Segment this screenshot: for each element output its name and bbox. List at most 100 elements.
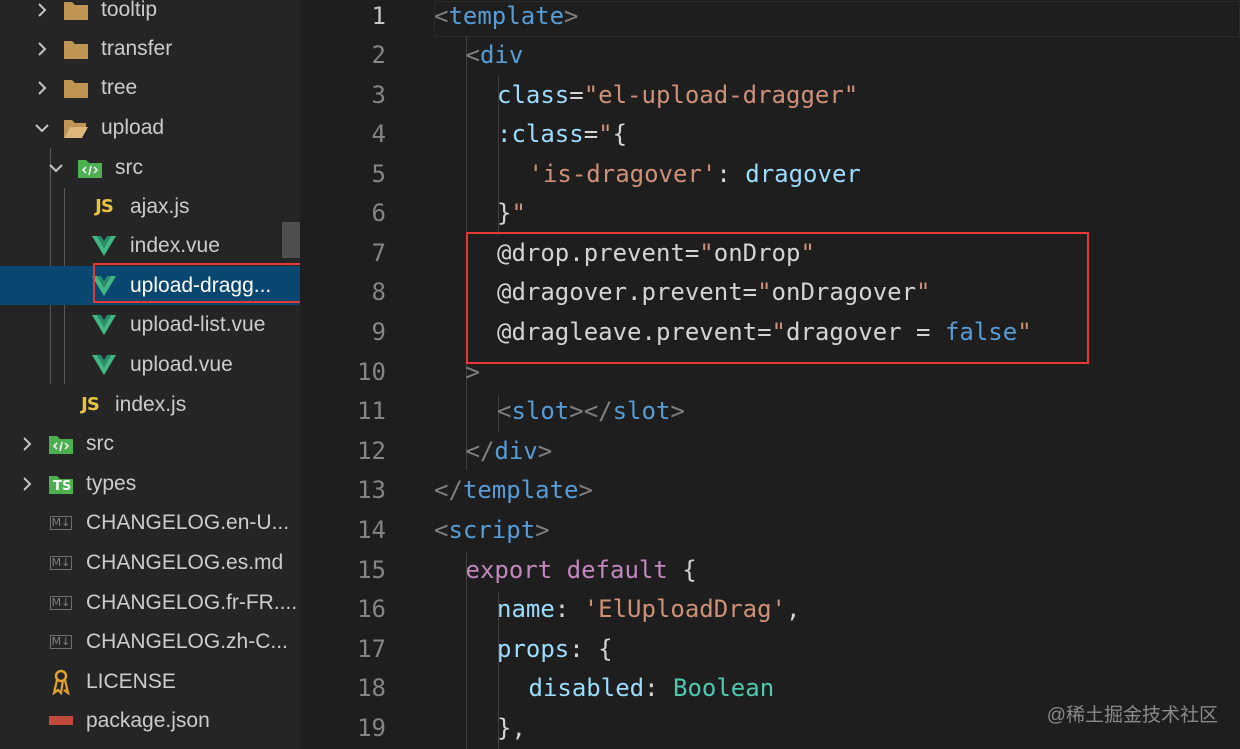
code-token: disabled (528, 674, 645, 702)
code-token: template (448, 2, 565, 30)
line-number: 5 (371, 160, 386, 188)
src-folder-icon (76, 154, 104, 182)
markdown-file-icon: M↓ (47, 628, 75, 656)
tree-item-label: package.json (86, 708, 210, 732)
code-token: div (479, 41, 524, 69)
line-number: 15 (357, 556, 386, 584)
tree-item-src[interactable]: src (0, 148, 300, 187)
code-line: export default { (466, 555, 697, 585)
chevron-right-icon[interactable] (32, 78, 52, 98)
line-number: 13 (357, 476, 386, 504)
code-token: template (462, 476, 579, 504)
tree-item-package-json[interactable]: package.json (0, 701, 300, 740)
code-token: </ (434, 476, 463, 504)
tree-item-label: CHANGELOG.fr-FR.... (86, 590, 298, 614)
folder-icon (62, 35, 90, 63)
tree-item-upload[interactable]: upload (0, 108, 300, 147)
code-line: }" (497, 198, 526, 228)
code-token: 'is-dragover' (528, 160, 717, 188)
chevron-down-icon[interactable] (46, 158, 66, 178)
code-editor[interactable]: 1 2 3 4 5 6 7 8 9 10 11 12 13 14 15 16 17 18 19 <template>… (300, 0, 1240, 749)
code-token: "el-upload-dragger" (583, 81, 859, 109)
chevron-right-icon[interactable] (17, 474, 37, 494)
code-line: <slot></slot> (497, 396, 685, 426)
line-number: 14 (357, 516, 386, 544)
js-file-icon: JS (76, 391, 104, 419)
chevron-right-icon[interactable] (32, 0, 52, 20)
tree-item-label: ajax.js (130, 194, 190, 218)
tree-item-upload-list-vue[interactable]: upload-list.vue (0, 305, 300, 344)
chevron-down-icon[interactable] (32, 118, 52, 138)
js-glyph: JS (95, 196, 114, 217)
annotation-highlight-box (466, 232, 1089, 364)
tree-item-label: transfer (101, 36, 173, 60)
sidebar-scrollbar-thumb[interactable] (282, 222, 300, 258)
tree-item-license[interactable]: LICENSE (0, 662, 300, 701)
chevron-right-icon[interactable] (32, 39, 52, 59)
markdown-file-icon: M↓ (47, 589, 75, 617)
tree-item-label: tooltip (101, 0, 158, 21)
code-line: name: 'ElUploadDrag', (497, 594, 800, 624)
code-token: : (644, 674, 673, 702)
line-number: 10 (357, 358, 386, 386)
code-token: < (434, 2, 449, 30)
tree-item-label: src (115, 155, 143, 179)
code-token: }, (497, 714, 526, 742)
tree-item-index-vue[interactable]: index.vue (0, 226, 300, 265)
code-token: name (497, 595, 555, 623)
code-line: }, (497, 713, 526, 743)
code-token: div (494, 437, 538, 465)
tree-item-tooltip[interactable]: tooltip (0, 0, 300, 29)
code-line: <script> (434, 515, 550, 545)
line-number: 18 (357, 674, 386, 702)
code-token: > (537, 437, 553, 465)
license-file-icon (47, 668, 75, 696)
tree-item-src-root[interactable]: src (0, 424, 300, 463)
tree-item-transfer[interactable]: transfer (0, 29, 300, 68)
code-token: : { (569, 635, 613, 663)
code-line: props: { (497, 634, 613, 664)
tree-item-types[interactable]: TS types (0, 464, 300, 503)
tree-item-changelog-es[interactable]: M↓ CHANGELOG.es.md (0, 543, 300, 582)
npm-file-icon (47, 707, 75, 735)
line-number: 7 (371, 239, 386, 267)
tree-item-changelog-zh[interactable]: M↓ CHANGELOG.zh-C... (0, 622, 300, 661)
code-token: ></ (569, 397, 613, 425)
tree-item-index-js[interactable]: JS index.js (0, 385, 300, 424)
vue-file-icon (90, 351, 118, 379)
code-line: class="el-upload-dragger" (497, 80, 858, 110)
tree-item-tree[interactable]: tree (0, 68, 300, 107)
code-token: < (434, 516, 449, 544)
line-number: 2 (371, 41, 386, 69)
code-token: > (670, 397, 685, 425)
code-token: > (564, 2, 579, 30)
code-line: <template> (434, 1, 579, 31)
chevron-right-icon[interactable] (17, 434, 37, 454)
code-token: " (598, 120, 613, 148)
line-number: 8 (371, 278, 386, 306)
code-line: disabled: Boolean (529, 673, 775, 703)
tree-item-label: CHANGELOG.en-U... (86, 510, 290, 534)
code-token: script (448, 516, 536, 544)
tree-item-label: index.vue (130, 233, 220, 257)
code-token: props (497, 635, 570, 663)
line-number: 1 (371, 2, 386, 30)
line-number: 17 (357, 635, 386, 663)
line-number: 4 (371, 120, 386, 148)
ts-glyph: TS (53, 478, 72, 494)
line-number: 16 (357, 595, 386, 623)
code-token: slot (511, 397, 570, 425)
tree-item-changelog-en[interactable]: M↓ CHANGELOG.en-U... (0, 503, 300, 542)
code-token: Boolean (673, 674, 775, 702)
tree-item-changelog-fr[interactable]: M↓ CHANGELOG.fr-FR.... (0, 583, 300, 622)
code-token: } (497, 199, 512, 227)
tree-item-upload-vue[interactable]: upload.vue (0, 345, 300, 384)
tree-item-label: upload (101, 115, 165, 139)
md-glyph: M↓ (49, 515, 73, 530)
tree-item-ajax-js[interactable]: JS ajax.js (0, 187, 300, 226)
tree-item-label: tree (101, 75, 138, 99)
line-number: 11 (357, 397, 386, 425)
indent-guide (498, 154, 499, 194)
tree-item-label: types (86, 471, 137, 495)
code-token: > (535, 516, 550, 544)
